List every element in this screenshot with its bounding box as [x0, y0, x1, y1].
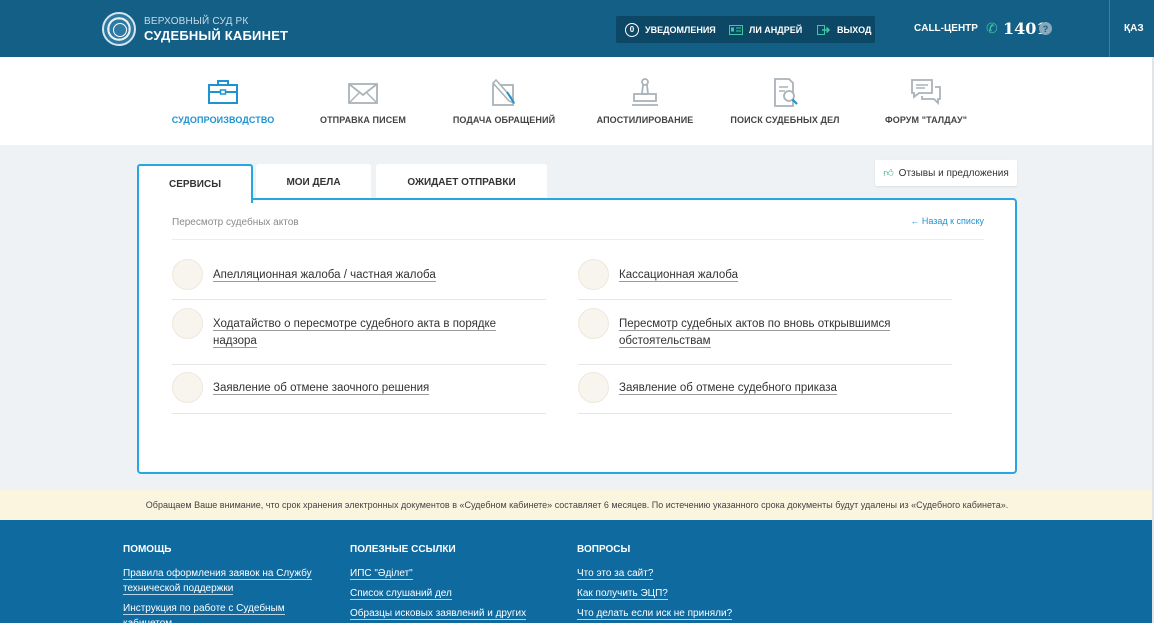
service-icon — [172, 372, 203, 403]
nav-label: ПОИСК СУДЕБНЫХ ДЕЛ — [730, 115, 840, 125]
service-item-cancel-default-judgment[interactable]: Заявление об отмене заочного решения — [172, 372, 546, 414]
footer-help-column: ПОМОЩЬ Правила оформления заявок на Служ… — [123, 544, 328, 623]
footer: ПОМОЩЬ Правила оформления заявок на Служ… — [0, 520, 1154, 623]
footer-link[interactable]: Образцы исковых заявлений и других — [350, 606, 555, 621]
id-card-icon — [729, 24, 743, 35]
footer-link[interactable]: Что делать если иск не приняли? — [577, 606, 782, 621]
top-header: ВЕРХОВНЫЙ СУД РК СУДЕБНЫЙ КАБИНЕТ 0 УВЕД… — [0, 0, 1154, 57]
thumbs-up-icon: 👍︎ — [883, 168, 894, 179]
service-label: Ходатайство о пересмотре судебного акта … — [213, 318, 497, 348]
supreme-court-seal-icon[interactable] — [102, 12, 136, 46]
service-icon — [172, 259, 203, 290]
footer-link[interactable]: Как получить ЭЦП? — [577, 586, 782, 601]
services-panel: Пересмотр судебных актов ← Назад к списк… — [137, 198, 1017, 474]
language-switch[interactable]: ҚАЗ — [1124, 23, 1144, 34]
nav-item-apostille[interactable]: АПОСТИЛИРОВАНИЕ — [575, 57, 715, 145]
org-name[interactable]: ВЕРХОВНЫЙ СУД РК — [144, 16, 248, 27]
tab-pending-dispatch[interactable]: ОЖИДАЕТ ОТПРАВКИ — [376, 164, 547, 200]
service-item-cassation[interactable]: Кассационная жалоба — [578, 259, 952, 300]
service-item-new-circumstances[interactable]: Пересмотр судебных актов по вновь открыв… — [578, 308, 952, 365]
logout-label: ВЫХОД — [837, 24, 872, 35]
service-label: Заявление об отмене судебного приказа — [619, 382, 837, 395]
nav-item-forum[interactable]: ФОРУМ "ТАЛДАУ" — [856, 57, 996, 145]
storage-notice: Обращаем Ваше внимание, что срок хранени… — [0, 490, 1154, 520]
notifications-label: УВЕДОМЛЕНИЯ — [645, 24, 716, 35]
app-title[interactable]: СУДЕБНЫЙ КАБИНЕТ — [144, 28, 288, 43]
footer-faq-column: ВОПРОСЫ Что это за сайт? Как получить ЭЦ… — [577, 544, 782, 623]
tab-my-cases[interactable]: МОИ ДЕЛА — [256, 164, 371, 200]
envelope-icon — [346, 77, 380, 109]
nav-label: ФОРУМ "ТАЛДАУ" — [884, 115, 968, 125]
service-label: Кассационная жалоба — [619, 269, 738, 282]
back-to-list-link[interactable]: ← Назад к списку — [910, 216, 984, 226]
help-icon[interactable]: ? — [1039, 22, 1052, 35]
footer-link[interactable]: Инструкция по работе с Судебным кабинето… — [123, 601, 328, 623]
tab-services[interactable]: СЕРВИСЫ — [137, 164, 253, 203]
nav-item-proceedings[interactable]: СУДОПРОИЗВОДСТВО — [153, 57, 293, 145]
nav-label: ПОДАЧА ОБРАЩЕНИЙ — [452, 115, 556, 125]
user-name: ЛИ АНДРЕЙ — [749, 24, 803, 35]
call-center-label: CALL-ЦЕНТР — [914, 23, 978, 34]
feedback-label: Отзывы и предложения — [898, 167, 1009, 179]
pen-document-icon — [487, 77, 521, 109]
nav-label: СУДОПРОИЗВОДСТВО — [171, 115, 275, 125]
stamp-icon — [628, 77, 662, 109]
user-bar: 0 УВЕДОМЛЕНИЯ ЛИ АНДРЕЙ ВЫХОД — [616, 16, 875, 43]
footer-heading: ВОПРОСЫ — [577, 544, 631, 555]
chat-bubbles-icon — [909, 77, 943, 109]
breadcrumb: Пересмотр судебных актов — [172, 217, 299, 228]
main-nav: СУДОПРОИЗВОДСТВО ОТПРАВКА ПИСЕМ ПОДАЧА О… — [0, 57, 1154, 145]
nav-item-appeals[interactable]: ПОДАЧА ОБРАЩЕНИЙ — [434, 57, 574, 145]
phone-icon: ✆ — [986, 20, 998, 36]
footer-link[interactable]: Правила оформления заявок на Службу техн… — [123, 566, 328, 596]
notifications-button[interactable]: 0 УВЕДОМЛЕНИЯ — [625, 16, 716, 43]
footer-link[interactable]: Что это за сайт? — [577, 566, 782, 581]
logout-arrow-icon — [817, 24, 831, 35]
service-icon — [578, 308, 609, 339]
footer-heading: ПОМОЩЬ — [123, 544, 172, 555]
footer-link[interactable]: ИПС "Әділет" — [350, 566, 555, 581]
service-item-cancel-court-order[interactable]: Заявление об отмене судебного приказа — [578, 372, 952, 414]
document-search-icon — [768, 77, 802, 109]
footer-heading: ПОЛЕЗНЫЕ ССЫЛКИ — [350, 544, 456, 555]
divider — [172, 239, 984, 240]
service-label: Апелляционная жалоба / частная жалоба — [213, 269, 436, 282]
nav-item-letters[interactable]: ОТПРАВКА ПИСЕМ — [293, 57, 433, 145]
service-label: Пересмотр судебных актов по вновь открыв… — [619, 318, 891, 348]
nav-label: ОТПРАВКА ПИСЕМ — [319, 115, 406, 125]
nav-label: АПОСТИЛИРОВАНИЕ — [596, 115, 694, 125]
feedback-button[interactable]: 👍︎ Отзывы и предложения — [875, 160, 1017, 186]
service-label: Заявление об отмене заочного решения — [213, 382, 430, 395]
briefcase-icon — [206, 77, 240, 109]
language-divider — [1109, 0, 1110, 57]
service-item-appeal[interactable]: Апелляционная жалоба / частная жалоба — [172, 259, 546, 300]
profile-button[interactable]: ЛИ АНДРЕЙ — [729, 16, 802, 43]
service-icon — [172, 308, 203, 339]
footer-link[interactable]: Список слушаний дел — [350, 586, 555, 601]
service-icon — [578, 259, 609, 290]
notifications-count: 0 — [625, 22, 639, 37]
footer-links-column: ПОЛЕЗНЫЕ ССЫЛКИ ИПС "Әділет" Список слуш… — [350, 544, 555, 623]
nav-item-case-search[interactable]: ПОИСК СУДЕБНЫХ ДЕЛ — [715, 57, 855, 145]
service-icon — [578, 372, 609, 403]
service-item-supervisory-review[interactable]: Ходатайство о пересмотре судебного акта … — [172, 308, 546, 365]
logout-button[interactable]: ВЫХОД — [817, 16, 871, 43]
